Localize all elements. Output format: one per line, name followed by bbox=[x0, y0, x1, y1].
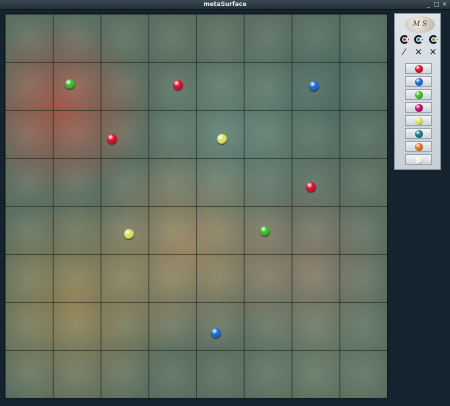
ball-blue[interactable] bbox=[309, 81, 319, 91]
swatch-blue[interactable] bbox=[405, 76, 432, 87]
ball-blue[interactable] bbox=[211, 328, 221, 338]
ball-green[interactable] bbox=[260, 226, 270, 236]
orange-ball-icon bbox=[414, 142, 423, 151]
ball-green[interactable] bbox=[65, 79, 75, 89]
ball-red[interactable] bbox=[173, 80, 183, 90]
blue-ball-icon bbox=[414, 77, 423, 86]
tool-palette: M S ⁄ ✕ ✕ bbox=[394, 13, 441, 170]
wand-red-icon[interactable]: ✕ bbox=[413, 47, 425, 58]
maximize-button[interactable]: □ bbox=[434, 0, 440, 9]
swatch-white[interactable] bbox=[405, 154, 432, 165]
window-title: metaSurface bbox=[203, 1, 247, 8]
swatch-magenta[interactable] bbox=[405, 102, 432, 113]
rotate-tools bbox=[398, 34, 439, 45]
green-ball-icon bbox=[414, 90, 423, 99]
teal-ball-icon bbox=[414, 129, 423, 138]
swatch-green[interactable] bbox=[405, 89, 432, 100]
ball-red[interactable] bbox=[306, 182, 316, 192]
wand-green-icon[interactable]: ✕ bbox=[427, 47, 439, 58]
swatch-red[interactable] bbox=[405, 63, 432, 74]
app-logo: M S bbox=[405, 16, 435, 33]
rotate-red-icon[interactable] bbox=[398, 34, 410, 45]
swatch-teal[interactable] bbox=[405, 128, 432, 139]
swatch-orange[interactable] bbox=[405, 141, 432, 152]
close-button[interactable]: × bbox=[442, 0, 447, 9]
minimize-button[interactable]: _ bbox=[426, 0, 431, 9]
game-surface[interactable] bbox=[4, 13, 388, 399]
yellow-ball-icon bbox=[414, 116, 423, 125]
magenta-ball-icon bbox=[414, 103, 423, 112]
wand-icon[interactable]: ⁄ bbox=[398, 47, 410, 58]
white-ball-icon bbox=[414, 155, 423, 164]
swatch-yellow[interactable] bbox=[405, 115, 432, 126]
rotate-blue-icon[interactable] bbox=[413, 34, 425, 45]
rotate-green-icon[interactable] bbox=[427, 34, 439, 45]
ball-yellow[interactable] bbox=[124, 229, 134, 239]
ball-yellow[interactable] bbox=[217, 134, 227, 144]
grid-lines bbox=[5, 14, 387, 398]
red-ball-icon bbox=[414, 64, 423, 73]
wand-tools: ⁄ ✕ ✕ bbox=[398, 47, 439, 58]
color-swatches bbox=[405, 63, 432, 167]
logo-text: M S bbox=[412, 20, 428, 28]
title-bar[interactable]: metaSurface _ □ × bbox=[0, 0, 450, 10]
ball-red[interactable] bbox=[107, 134, 117, 144]
